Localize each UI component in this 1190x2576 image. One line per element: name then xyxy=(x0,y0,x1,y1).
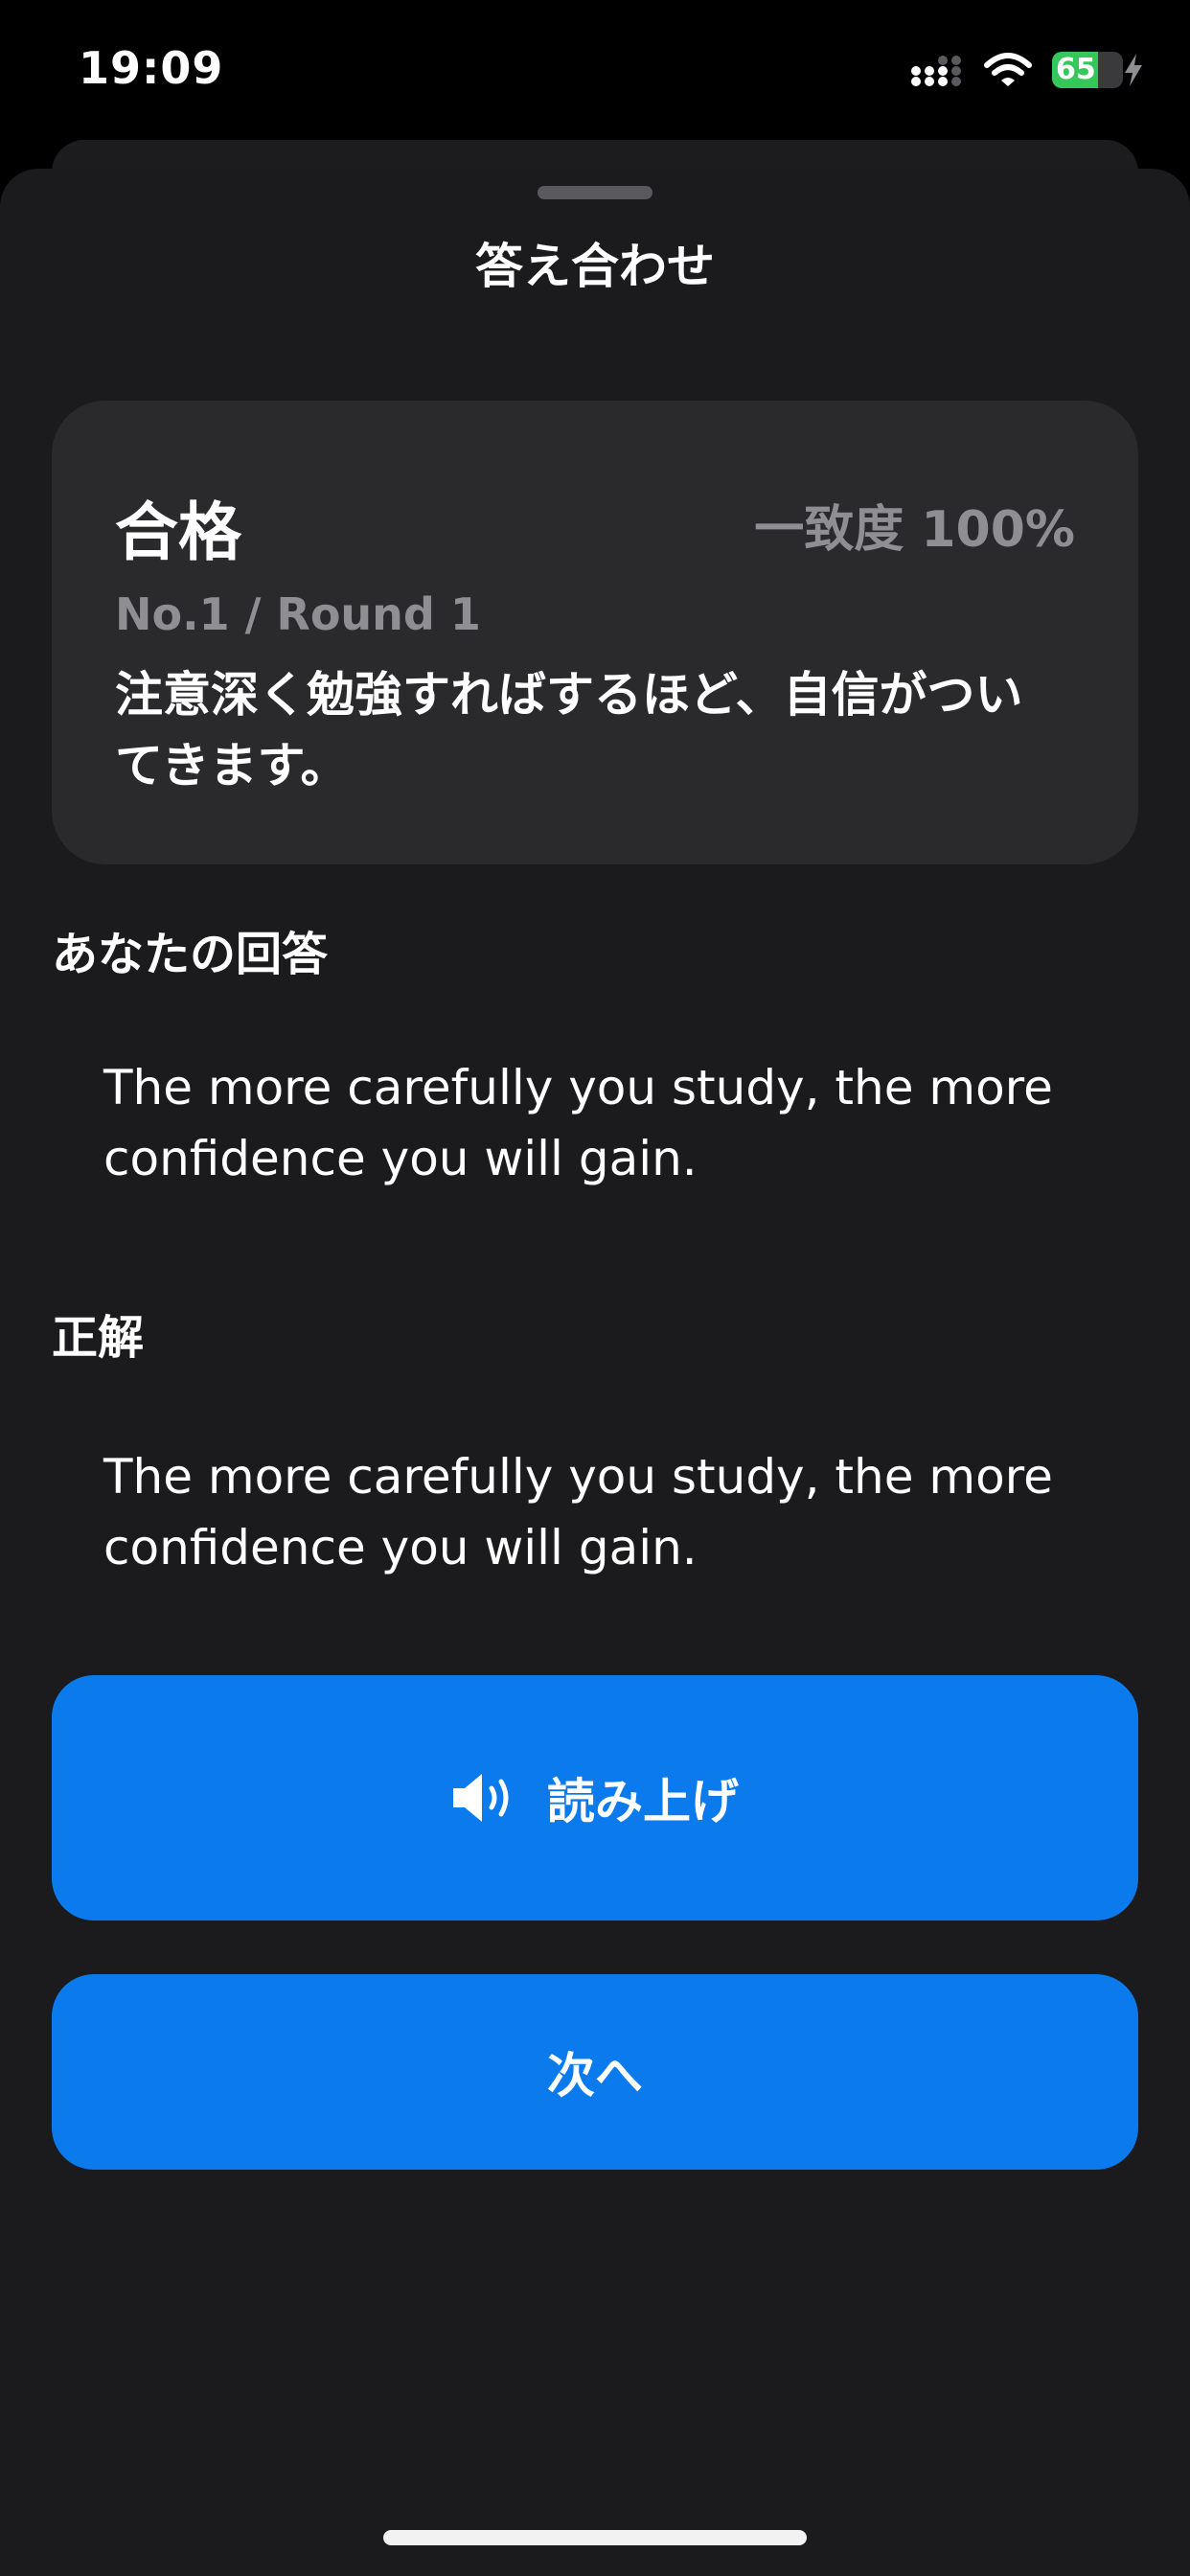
next-button[interactable]: 次へ xyxy=(52,1974,1138,2170)
status-bar: 19:09 65 xyxy=(0,0,1190,144)
sheet-title: 答え合わせ xyxy=(475,239,715,294)
status-icons: 65 xyxy=(910,52,1142,88)
correct-answer-label: 正解 xyxy=(52,1311,145,1365)
prompt-sentence: 注意深く勉強すればするほど、自信がついてきます。 xyxy=(115,667,1023,794)
match-score: 一致度 100% xyxy=(754,501,1075,559)
speaker-icon xyxy=(453,1774,509,1822)
your-answer-text: The more carefully you study, the more c… xyxy=(103,1060,1053,1186)
your-answer-label: あなたの回答 xyxy=(52,928,329,981)
battery-label: 65 xyxy=(1056,53,1096,86)
charging-bolt-icon xyxy=(1125,54,1142,86)
status-time: 19:09 xyxy=(79,42,224,94)
signal-icon xyxy=(911,56,961,86)
home-indicator[interactable] xyxy=(383,2530,807,2545)
battery-icon: 65 xyxy=(1052,52,1123,88)
result-card: 合格 一致度 100% No.1 / Round 1 注意深く勉強すればするほど… xyxy=(52,401,1138,864)
sheet-grabber[interactable] xyxy=(538,186,652,199)
read-aloud-label: 読み上げ xyxy=(547,1774,739,1829)
next-label: 次へ xyxy=(547,2048,643,2104)
result-status: 合格 xyxy=(115,495,241,569)
correct-answer-text: The more carefully you study, the more c… xyxy=(103,1449,1053,1576)
read-aloud-button[interactable]: 読み上げ xyxy=(52,1675,1138,1920)
round-label: No.1 / Round 1 xyxy=(115,588,481,640)
answer-check-sheet: 答え合わせ 合格 一致度 100% No.1 / Round 1 注意深く勉強す… xyxy=(0,169,1190,2576)
wifi-icon xyxy=(984,53,1032,86)
